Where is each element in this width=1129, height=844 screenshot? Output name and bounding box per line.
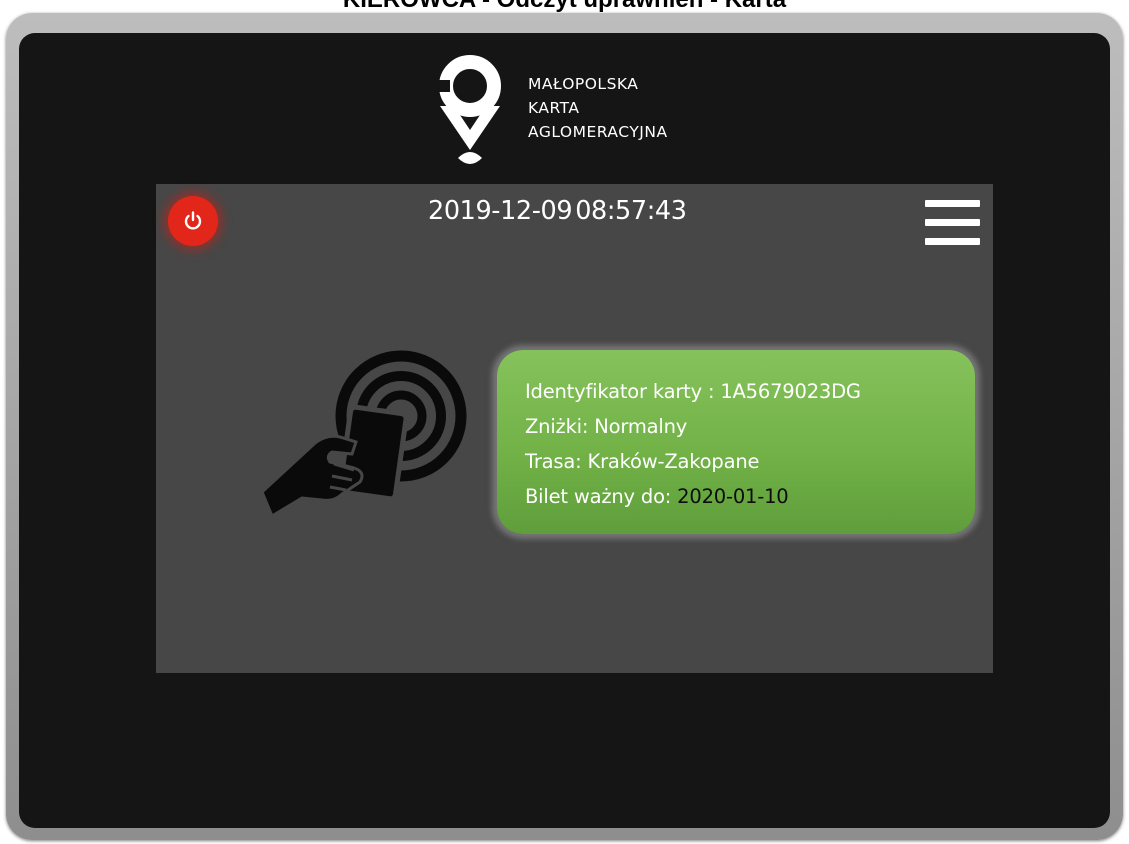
- route-label: Trasa:: [525, 450, 588, 473]
- card-id-row: Identyfikator karty : 1A5679023DG: [525, 374, 861, 409]
- valid-until-value: 2020-01-10: [677, 485, 789, 508]
- power-button[interactable]: [168, 196, 218, 246]
- valid-until-row: Bilet ważny do: 2020-01-10: [525, 479, 861, 514]
- contactless-card-tap-icon: [260, 350, 467, 519]
- time-text: 08:57:43: [575, 196, 687, 226]
- route-value: Kraków-Zakopane: [587, 450, 760, 473]
- logo-line: MAŁOPOLSKA: [528, 75, 639, 93]
- discount-label: Zniżki:: [525, 415, 595, 438]
- discount-row: Zniżki: Normalny: [525, 409, 861, 444]
- card-info-panel: Identyfikator karty : 1A5679023DG Zniżki…: [497, 350, 975, 534]
- logo-line: AGLOMERACYJNA: [528, 123, 668, 141]
- menu-button[interactable]: [921, 198, 983, 254]
- card-id-label: Identyfikator karty :: [525, 380, 721, 403]
- discount-value: Normalny: [594, 415, 688, 438]
- map-pin-logo-icon: [436, 55, 501, 164]
- power-icon: [184, 211, 202, 230]
- route-row: Trasa: Kraków-Zakopane: [525, 444, 861, 479]
- terminal-screen: 2019-12-09 08:57:43 Identyfikator karty :…: [156, 184, 993, 673]
- logo-text: MAŁOPOLSKA KARTA AGLOMERACYJNA: [528, 72, 668, 144]
- page-title: KIEROWCA - Odczyt uprawnień - Karta: [0, 0, 1129, 14]
- card-id-value: 1A5679023DG: [720, 380, 861, 403]
- valid-until-label: Bilet ważny do:: [525, 485, 678, 508]
- card-reader: [256, 344, 476, 524]
- date-time-display: 2019-12-09 08:57:43: [428, 196, 687, 226]
- logo-line: KARTA: [528, 99, 580, 117]
- logo: MAŁOPOLSKA KARTA AGLOMERACYJNA: [434, 50, 734, 170]
- date-text: 2019-12-09: [428, 196, 573, 226]
